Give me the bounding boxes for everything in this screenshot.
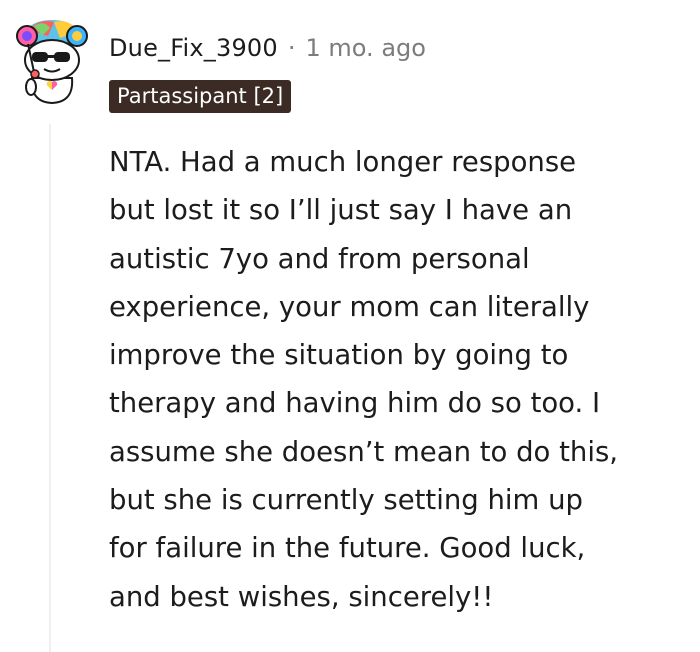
user-flair-badge: Partassipant [2] [109,80,292,113]
timestamp-link[interactable]: 1 mo. ago [306,34,426,62]
thread-line[interactable] [49,124,51,652]
comment-body: NTA. Had a much longer response but lost… [109,146,619,613]
user-avatar[interactable] [14,14,90,106]
username-link[interactable]: Due_Fix_3900 [109,34,278,62]
comment: Due_Fix_3900 · 1 mo. ago Partassipant [2… [0,0,700,652]
snoo-avatar-icon [16,20,88,105]
comment-meta: Due_Fix_3900 · 1 mo. ago [109,28,426,68]
meta-separator: · [287,34,296,62]
